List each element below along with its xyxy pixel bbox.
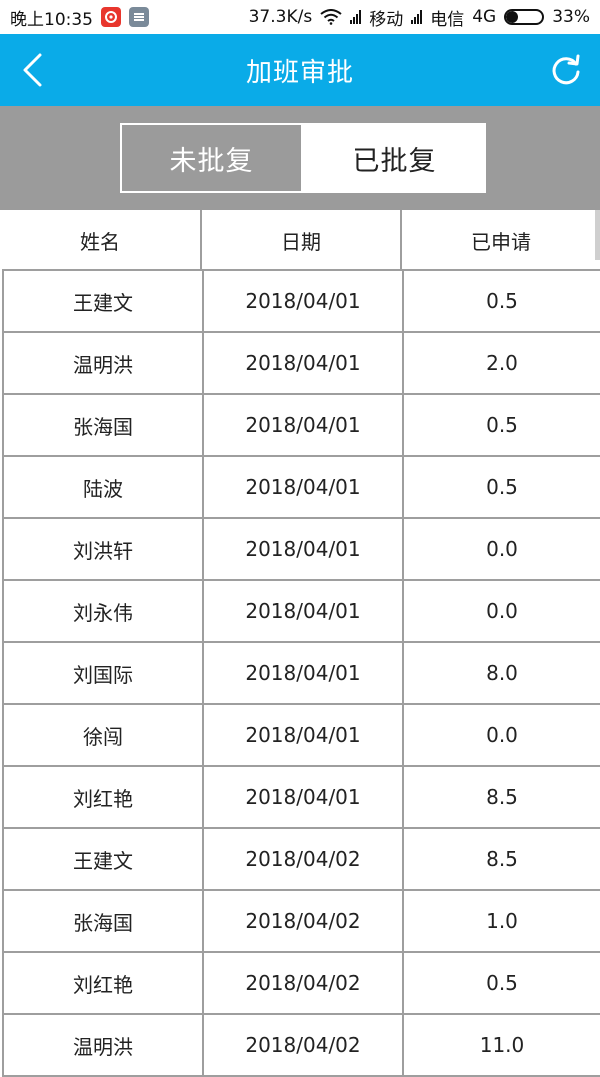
cell-date: 2018/04/02: [204, 891, 404, 951]
table-row[interactable]: 王建文 2018/04/02 8.5: [2, 829, 600, 891]
column-header-name: 姓名: [0, 210, 202, 270]
title-bar: 加班审批: [0, 34, 600, 106]
network-type: 4G: [472, 7, 497, 27]
cell-name: 王建文: [4, 829, 204, 889]
cell-date: 2018/04/01: [204, 705, 404, 765]
segment-control: 未批复 已批复: [0, 106, 600, 210]
status-right: 37.3K/s 移动 电信 4G 33%: [249, 5, 590, 30]
table-row[interactable]: 陆波 2018/04/01 0.5: [2, 457, 600, 519]
table-row[interactable]: 刘永伟 2018/04/01 0.0: [2, 581, 600, 643]
cell-name: 张海国: [4, 395, 204, 455]
cell-date: 2018/04/01: [204, 643, 404, 703]
column-header-applied: 已申请: [471, 229, 531, 254]
netease-music-icon: [101, 7, 121, 27]
table-row[interactable]: 刘红艳 2018/04/02 0.5: [2, 953, 600, 1015]
cell-applied: 0.0: [486, 599, 518, 623]
cell-applied: 11.0: [479, 1033, 525, 1057]
cell-applied: 0.0: [486, 723, 518, 747]
table-row[interactable]: 王建文 2018/04/01 0.5: [2, 271, 600, 333]
status-left: 晚上10:35: [10, 5, 149, 30]
chevron-left-icon: [23, 53, 42, 87]
cell-applied: 8.5: [486, 847, 518, 871]
cell-applied: 0.5: [486, 971, 518, 995]
carrier-2: 电信: [430, 9, 465, 30]
cell-applied: 2.0: [486, 351, 518, 375]
cell-applied: 1.0: [486, 909, 518, 933]
cell-applied: 0.5: [486, 413, 518, 437]
overtime-table: 王建文 2018/04/01 0.5 温明洪 2018/04/01 2.0 张海国 2018/…: [2, 269, 600, 1077]
column-header-date: 日期: [202, 210, 402, 270]
cell-name: 刘洪轩: [4, 519, 204, 579]
cell-name: 温明洪: [4, 1015, 204, 1075]
table-row[interactable]: 刘洪轩 2018/04/01 0.0: [2, 519, 600, 581]
battery-icon: [504, 9, 545, 25]
table-row[interactable]: 温明洪 2018/04/01 2.0: [2, 333, 600, 395]
signal-icon-1: [350, 10, 362, 24]
table-row[interactable]: 张海国 2018/04/02 1.0: [2, 891, 600, 953]
cell-name: 刘国际: [4, 643, 204, 703]
cell-name: 刘红艳: [4, 953, 204, 1013]
table-row[interactable]: 刘红艳 2018/04/01 8.5: [2, 767, 600, 829]
cell-name: 王建文: [4, 271, 204, 331]
tab-unapproved[interactable]: 未批复: [120, 123, 303, 193]
cell-date: 2018/04/01: [204, 271, 404, 331]
refresh-button[interactable]: [544, 48, 588, 92]
wifi-icon: [320, 9, 342, 25]
cell-date: 2018/04/01: [204, 457, 404, 517]
cell-name: 张海国: [4, 891, 204, 951]
cell-name: 刘永伟: [4, 581, 204, 641]
table-row[interactable]: 刘国际 2018/04/01 8.0: [2, 643, 600, 705]
table-row[interactable]: 张海国 2018/04/01 0.5: [2, 395, 600, 457]
tab-approved[interactable]: 已批复: [303, 123, 486, 193]
cell-name: 刘红艳: [4, 767, 204, 827]
cell-applied: 8.0: [486, 661, 518, 685]
status-time: 晚上10:35: [10, 9, 93, 30]
signal-icon-2: [411, 10, 423, 24]
cell-date: 2018/04/01: [204, 395, 404, 455]
cell-applied: 0.5: [486, 289, 518, 313]
carrier-1: 移动: [369, 9, 404, 30]
cell-name: 陆波: [4, 457, 204, 517]
cell-applied: 8.5: [486, 785, 518, 809]
table-row[interactable]: 徐闯 2018/04/01 0.0: [2, 705, 600, 767]
cell-date: 2018/04/01: [204, 519, 404, 579]
cell-name: 徐闯: [4, 705, 204, 765]
page-title: 加班审批: [245, 57, 354, 88]
battery-percent: 33%: [552, 7, 590, 27]
cell-date: 2018/04/01: [204, 333, 404, 393]
refresh-icon: [552, 54, 580, 85]
cell-name: 温明洪: [4, 333, 204, 393]
cell-date: 2018/04/02: [204, 953, 404, 1013]
scrollbar[interactable]: [595, 210, 600, 260]
network-speed: 37.3K/s: [248, 7, 313, 27]
cell-applied: 0.0: [486, 537, 518, 561]
cell-applied: 0.5: [486, 475, 518, 499]
cell-date: 2018/04/01: [204, 767, 404, 827]
cell-date: 2018/04/02: [204, 1015, 404, 1075]
notification-app-icon: [129, 7, 149, 27]
table-header: 姓名 日期 已申请: [0, 210, 600, 270]
status-bar: 晚上10:35 37.3K/s 移动 电信 4G 33%: [0, 0, 600, 34]
back-button[interactable]: [12, 50, 52, 90]
table-row[interactable]: 温明洪 2018/04/02 11.0: [2, 1015, 600, 1077]
cell-date: 2018/04/01: [204, 581, 404, 641]
cell-date: 2018/04/02: [204, 829, 404, 889]
